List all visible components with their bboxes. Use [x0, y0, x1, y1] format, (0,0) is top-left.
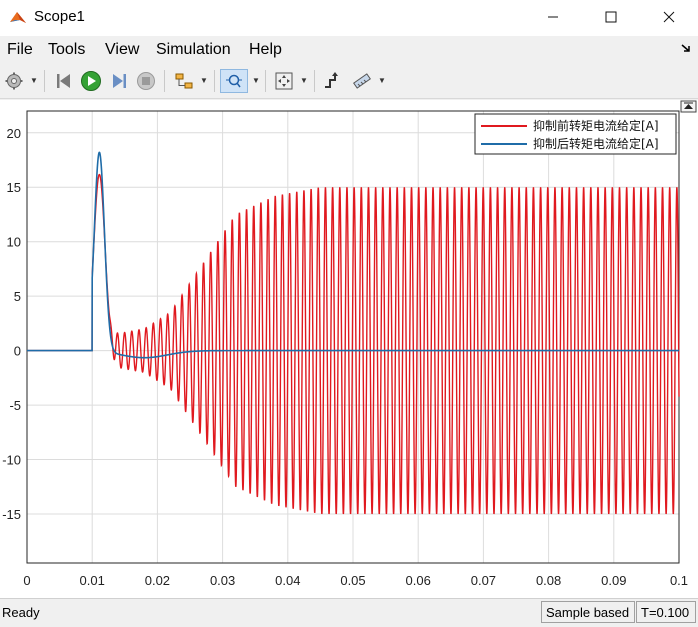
x-tick-label: 0.08 — [536, 573, 561, 588]
y-tick-label: -10 — [2, 453, 21, 468]
maximize-icon — [605, 11, 617, 23]
menu-simulation[interactable]: Simulation — [156, 41, 231, 59]
zoom-dropdown-arrow[interactable]: ▼ — [252, 76, 260, 85]
highlight-block-button[interactable] — [172, 69, 196, 93]
plot-area: 0 0.01 0.02 0.03 0.04 0.05 0.06 0.07 0.08 0.09 0.1… — [0, 100, 698, 598]
step-back-icon — [57, 74, 70, 88]
x-tick-label: 0 — [23, 573, 30, 588]
y-tick-label: 20 — [7, 126, 21, 141]
settings-icon — [5, 72, 23, 90]
toolbar-separator — [314, 70, 315, 92]
menu-view[interactable]: View — [105, 41, 139, 59]
undock-arrow-icon[interactable] — [680, 42, 692, 54]
cursor-measurements-icon — [325, 72, 338, 88]
y-tick-label: -5 — [9, 398, 21, 413]
x-tick-label: 0.06 — [406, 573, 431, 588]
menu-bar: File Tools View Simulation Help — [0, 36, 698, 64]
x-tick-label: 0.1 — [670, 573, 688, 588]
toolbar-separator — [164, 70, 165, 92]
status-bar: Ready Sample based T=0.100 — [0, 598, 698, 627]
run-button[interactable] — [79, 69, 103, 93]
close-button[interactable] — [646, 0, 692, 34]
window-title: Scope1 — [34, 8, 85, 25]
legend-label: 抑制后转矩电流给定[A] — [533, 136, 659, 151]
settings-button[interactable] — [2, 69, 26, 93]
y-tick-label: 0 — [14, 344, 21, 359]
menu-file[interactable]: File — [7, 41, 33, 59]
zoom-icon — [226, 74, 242, 88]
highlight-dropdown-arrow[interactable]: ▼ — [200, 76, 208, 85]
sample-mode-label: Sample based — [541, 601, 635, 623]
toolbar-separator — [265, 70, 266, 92]
run-icon — [81, 71, 101, 91]
cursor-measurements-button[interactable] — [320, 69, 344, 93]
highlight-block-icon — [175, 73, 193, 89]
status-text: Ready — [2, 605, 40, 620]
menu-help[interactable]: Help — [249, 41, 282, 59]
step-forward-button[interactable] — [107, 69, 131, 93]
toolbar-separator — [44, 70, 45, 92]
legend-label: 抑制前转矩电流给定[A] — [533, 118, 659, 133]
toolbar: ▼ ▼ ▼ ▼ ▼ — [0, 64, 698, 99]
matlab-logo-icon — [10, 12, 26, 23]
menu-tools[interactable]: Tools — [48, 41, 85, 59]
fit-to-view-icon — [275, 72, 293, 90]
settings-dropdown-arrow[interactable]: ▼ — [30, 76, 38, 85]
x-tick-label: 0.03 — [210, 573, 235, 588]
style-icon — [353, 73, 371, 89]
x-tick-label: 0.04 — [275, 573, 300, 588]
style-button[interactable] — [350, 69, 374, 93]
x-tick-label: 0.01 — [80, 573, 105, 588]
y-tick-label: -15 — [2, 507, 21, 522]
x-tick-label: 0.05 — [340, 573, 365, 588]
fit-to-view-button[interactable] — [272, 69, 296, 93]
toolbar-separator — [214, 70, 215, 92]
stop-icon — [137, 72, 155, 90]
y-tick-label: 10 — [7, 235, 21, 250]
maximize-button[interactable] — [588, 0, 634, 34]
zoom-button[interactable] — [220, 69, 248, 93]
title-bar: Scope1 — [0, 0, 698, 36]
style-dropdown-arrow[interactable]: ▼ — [378, 76, 386, 85]
step-forward-icon — [113, 74, 126, 88]
x-tick-label: 0.09 — [601, 573, 626, 588]
y-tick-label: 15 — [7, 180, 21, 195]
y-tick-label: 5 — [14, 289, 21, 304]
scope-plot[interactable]: 0 0.01 0.02 0.03 0.04 0.05 0.06 0.07 0.08 0.09 0.1… — [0, 100, 698, 598]
minimize-button[interactable] — [530, 0, 576, 34]
x-tick-label: 0.02 — [145, 573, 170, 588]
close-icon — [663, 11, 675, 23]
minimize-icon — [548, 16, 558, 18]
fit-dropdown-arrow[interactable]: ▼ — [300, 76, 308, 85]
x-tick-label: 0.07 — [471, 573, 496, 588]
sim-time-label: T=0.100 — [636, 601, 696, 623]
stop-button[interactable] — [134, 69, 158, 93]
step-back-button[interactable] — [52, 69, 76, 93]
